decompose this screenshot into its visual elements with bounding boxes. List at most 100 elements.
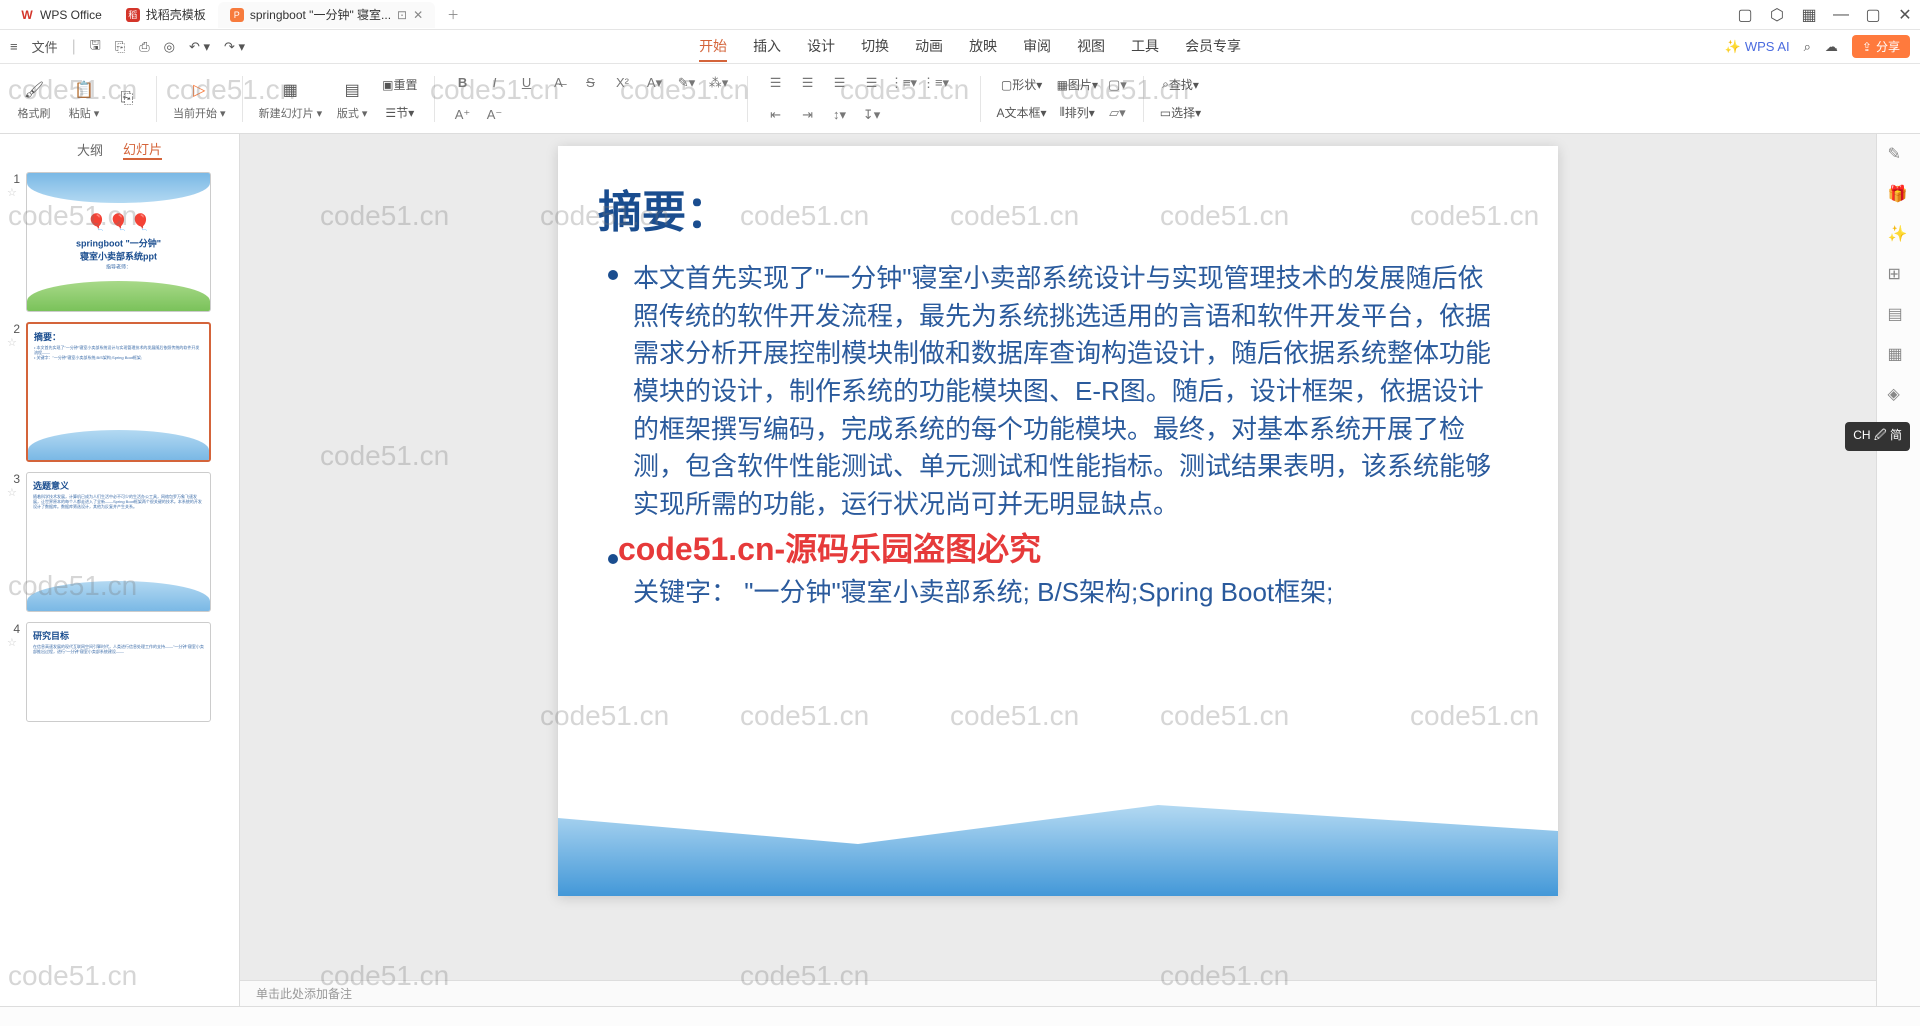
new-slide-button[interactable]: ▦新建幻灯片 ▾ (259, 77, 323, 121)
file-menu[interactable]: 文件 (32, 37, 58, 56)
image-button[interactable]: ▦ 图片 ▾ (1057, 73, 1098, 97)
underline-button[interactable]: U (515, 71, 539, 95)
align-center-button[interactable]: ☰ (796, 71, 820, 95)
italic-button[interactable]: I (483, 71, 507, 95)
maximize-icon[interactable]: ▢ (1866, 8, 1880, 22)
tab-vip[interactable]: 会员专享 (1185, 32, 1241, 62)
paste-button[interactable]: 📋粘贴 ▾ (64, 77, 104, 121)
star-icon[interactable]: ☆ (7, 636, 19, 649)
layers-icon[interactable]: ▤ (1888, 304, 1910, 326)
tab-templates[interactable]: 稻 找稻壳模板 (114, 2, 218, 28)
outline-button[interactable]: ▱▾ (1108, 101, 1127, 125)
thumb-slide-2[interactable]: 摘要： • 本文首先实现了"一分钟"寝室小卖部系统设计与实现管理技术的发展随后依… (26, 322, 211, 462)
thumb-slide-4[interactable]: 研究目标 在信息高速发展的现代互联网空间引擎时代，人类进行信息处理工作的支持——… (26, 622, 211, 722)
font-color-button[interactable]: A▾ (643, 71, 667, 95)
tab-wps[interactable]: W WPS Office (8, 2, 114, 28)
tab-design[interactable]: 设计 (807, 32, 835, 62)
tab-templates-label: 找稻壳模板 (146, 6, 206, 23)
increase-indent-button[interactable]: ⇥ (796, 103, 820, 127)
close-icon[interactable]: ✕ (413, 8, 423, 22)
thumbnails-list[interactable]: 1☆ 🎈🎈🎈 springboot "一分钟" 寝室小卖部系统ppt 指导老师：… (0, 164, 239, 1006)
search-icon[interactable]: ⌕ (1804, 39, 1811, 55)
thumb-slide-1[interactable]: 🎈🎈🎈 springboot "一分钟" 寝室小卖部系统ppt 指导老师： (26, 172, 211, 312)
gift-icon[interactable]: 🎁 (1888, 184, 1910, 206)
star-icon[interactable]: ☆ (7, 486, 19, 499)
thumb-slide-3[interactable]: 选题意义 随着科学技术发展，计算机已成为人们生活中必不可少的生活办公工具，网络包… (26, 472, 211, 612)
line-spacing-button[interactable]: ↕▾ (828, 103, 852, 127)
minimize-icon[interactable]: — (1834, 8, 1848, 22)
tab-start[interactable]: 开始 (699, 32, 727, 62)
strikethrough-button[interactable]: S (579, 71, 603, 95)
highlight-button[interactable]: ✎▾ (675, 71, 699, 95)
tab-add[interactable]: ＋ (435, 2, 471, 28)
text-direction-button[interactable]: ↧▾ (860, 103, 884, 127)
cube-icon[interactable]: ⬡ (1770, 8, 1784, 22)
align-right-button[interactable]: ☰ (828, 71, 852, 95)
ime-indicator[interactable]: CH 🖉 简 (1845, 422, 1910, 451)
puzzle-icon[interactable]: ⊞ (1888, 264, 1910, 286)
slide-canvas[interactable]: 摘要： 本文首先实现了"一分钟"寝室小卖部系统设计与实现管理技术的发展随后依照传… (558, 146, 1558, 896)
strike-button[interactable]: A̶ (547, 71, 571, 95)
app-icon[interactable]: ▦ (1802, 8, 1816, 22)
from-current-button[interactable]: ▷当前开始 ▾ (173, 77, 226, 121)
slide-title[interactable]: 摘要： (598, 176, 1558, 240)
decrease-indent-button[interactable]: ⇤ (764, 103, 788, 127)
tab-animation[interactable]: 动画 (915, 32, 943, 62)
reset-button[interactable]: ▣ 重置 (382, 73, 417, 97)
select-button[interactable]: ▭ 选择 ▾ (1160, 101, 1201, 125)
image-icon[interactable]: ▦ (1888, 344, 1910, 366)
magic-icon[interactable]: ✨ (1888, 224, 1910, 246)
tab-transition[interactable]: 切换 (861, 32, 889, 62)
tab-slideshow[interactable]: 放映 (969, 32, 997, 62)
cloud-icon[interactable]: ☁ (1825, 39, 1838, 55)
fill-button[interactable]: ▢▾ (1108, 73, 1127, 97)
slide-editor: 摘要： 本文首先实现了"一分钟"寝室小卖部系统设计与实现管理技术的发展随后依照传… (240, 134, 1876, 1006)
star-icon[interactable]: ☆ (7, 336, 19, 349)
redo-icon[interactable]: ↷ ▾ (224, 39, 245, 55)
format-painter-button[interactable]: 🖌格式刷 (14, 77, 54, 121)
slide-content[interactable]: 本文首先实现了"一分钟"寝室小卖部系统设计与实现管理技术的发展随后依照传统的软件… (558, 260, 1558, 612)
numbering-button[interactable]: ⋮≡▾ (924, 71, 948, 95)
tab-insert[interactable]: 插入 (753, 32, 781, 62)
outline-tab[interactable]: 大纲 (77, 140, 103, 159)
slides-tab[interactable]: 幻灯片 (123, 139, 162, 160)
window-controls: ▢ ⬡ ▦ — ▢ ✕ (1738, 8, 1912, 22)
monitor-icon[interactable]: ⊡ (397, 8, 407, 22)
tab-tools[interactable]: 工具 (1131, 32, 1159, 62)
increase-font-button[interactable]: A⁺ (451, 103, 475, 127)
print-icon[interactable]: ⎙ (139, 39, 149, 55)
decrease-font-button[interactable]: A⁻ (483, 103, 507, 127)
menu-icon[interactable]: ≡ (10, 39, 18, 54)
section-button[interactable]: ☰ 节 ▾ (382, 101, 417, 125)
wps-ai[interactable]: ✨ WPS AI (1725, 39, 1790, 55)
superscript-button[interactable]: X² (611, 71, 635, 95)
share-button[interactable]: ⇪ 分享 (1852, 35, 1910, 58)
export-icon[interactable]: ⎘ (115, 39, 125, 55)
find-button[interactable]: ⌕ 查找 ▾ (1160, 73, 1201, 97)
tab-document[interactable]: P springboot "一分钟" 寝室... ⊡ ✕ (218, 2, 435, 28)
quick-access-bar: ≡ 文件 | 🖫 ⎘ ⎙ ◎ ↶ ▾ ↷ ▾ 开始 插入 设计 切换 动画 放映… (0, 30, 1920, 64)
bold-button[interactable]: B (451, 71, 475, 95)
justify-button[interactable]: ☰ (860, 71, 884, 95)
notes-input[interactable]: 单击此处添加备注 (240, 980, 1876, 1006)
text-effects-button[interactable]: ⁂▾ (707, 71, 731, 95)
align-left-button[interactable]: ☰ (764, 71, 788, 95)
bullets-button[interactable]: ⋮≡▾ (892, 71, 916, 95)
layout-button[interactable]: ▤版式 ▾ (332, 77, 372, 121)
save-icon[interactable]: 🖫 (90, 36, 101, 58)
tab-view[interactable]: 视图 (1077, 32, 1105, 62)
star-icon[interactable]: ☆ (7, 186, 19, 199)
title-bar: W WPS Office 稻 找稻壳模板 P springboot "一分钟" … (0, 0, 1920, 30)
close-window-icon[interactable]: ✕ (1898, 8, 1912, 22)
arrange-button[interactable]: ⫴ 排列 ▾ (1057, 101, 1098, 125)
undo-icon[interactable]: ↶ ▾ (189, 39, 210, 55)
ai-icon[interactable]: ◈ (1888, 384, 1910, 406)
copy-icon[interactable]: ⎘ (114, 86, 140, 112)
window-mode-icon[interactable]: ▢ (1738, 8, 1752, 22)
pencil-icon[interactable]: ✎ (1888, 144, 1910, 166)
tab-review[interactable]: 审阅 (1023, 32, 1051, 62)
textbox-button[interactable]: A 文本框 ▾ (997, 101, 1047, 125)
preview-icon[interactable]: ◎ (164, 39, 175, 55)
decorative-wave (558, 766, 1558, 896)
shape-button[interactable]: ▢ 形状 ▾ (997, 73, 1047, 97)
